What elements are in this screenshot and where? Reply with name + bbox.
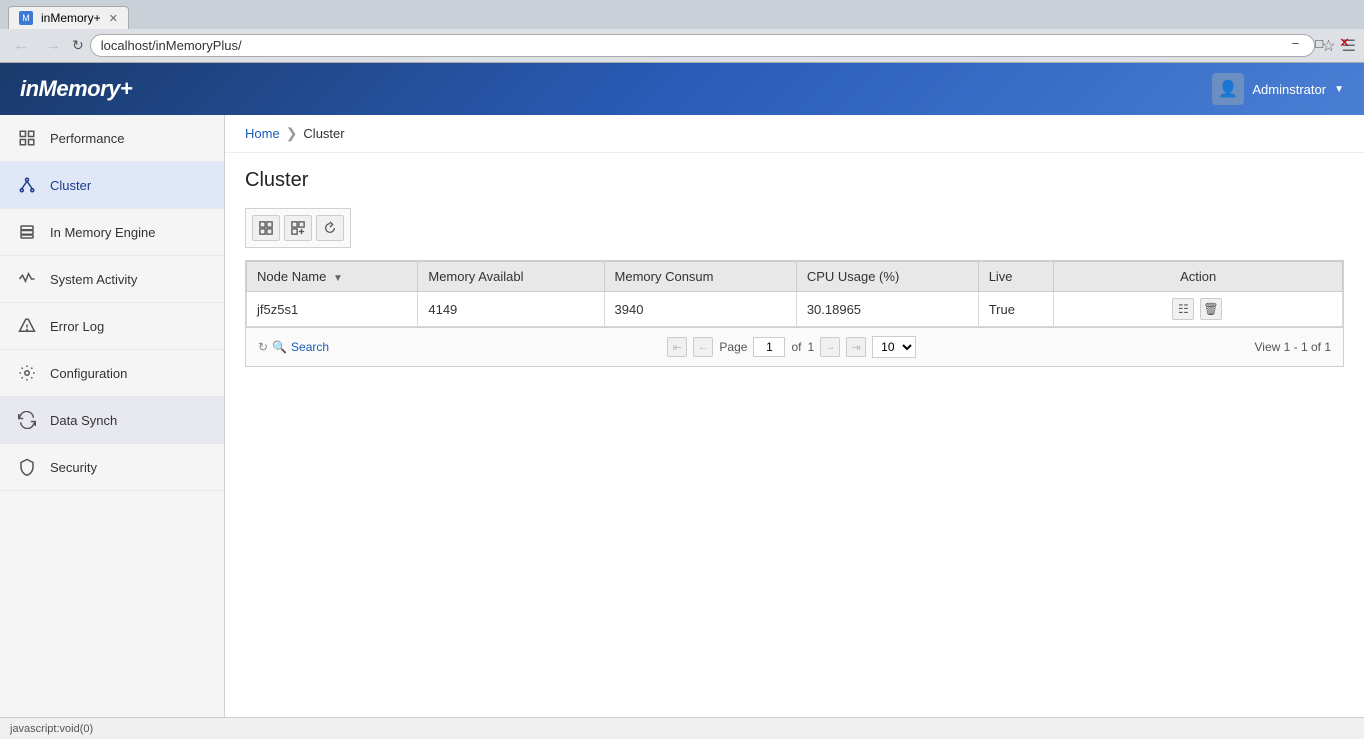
forward-button[interactable]: → — [40, 35, 66, 57]
total-pages: 1 — [807, 340, 814, 354]
breadcrumb-current: Cluster — [303, 126, 344, 141]
maximize-button[interactable]: □ — [1309, 34, 1329, 53]
of-label: of — [791, 340, 801, 354]
col-header-memory-available: Memory Availabl — [418, 262, 604, 292]
content-area: Home ❯ Cluster Cluster — [225, 115, 1364, 717]
sidebar-item-performance-label: Performance — [50, 131, 124, 146]
sidebar-item-in-memory-engine[interactable]: In Memory Engine — [0, 209, 224, 256]
col-header-cpu-usage: CPU Usage (%) — [796, 262, 978, 292]
col-action-label: Action — [1180, 269, 1216, 284]
url-text: localhost/inMemoryPlus/ — [101, 38, 242, 53]
breadcrumb: Home ❯ Cluster — [225, 115, 1364, 153]
breadcrumb-home[interactable]: Home — [245, 126, 280, 141]
cluster-table: Node Name ▼ Memory Availabl Memory Consu… — [246, 261, 1343, 327]
tab-close-icon[interactable]: ✕ — [109, 12, 118, 25]
performance-icon — [16, 127, 38, 149]
col-memory-consumed-label: Memory Consum — [615, 269, 714, 284]
tab-title: inMemory+ — [41, 11, 101, 25]
sidebar-item-error-log[interactable]: Error Log — [0, 303, 224, 350]
user-avatar-icon: 👤 — [1212, 73, 1244, 105]
cell-live: True — [978, 292, 1054, 327]
sidebar-item-cluster-label: Cluster — [50, 178, 91, 193]
last-page-button[interactable]: ⇥ — [846, 337, 866, 357]
col-header-live: Live — [978, 262, 1054, 292]
browser-tab[interactable]: M inMemory+ ✕ — [8, 6, 129, 29]
toolbar-refresh-button[interactable] — [316, 215, 344, 241]
toolbar-connect-button[interactable] — [284, 215, 312, 241]
action-details-button[interactable]: ☷ — [1172, 298, 1194, 320]
refresh-small-icon: ↻ — [258, 340, 268, 354]
search-area: ↻ 🔍 Search — [258, 340, 329, 354]
page-title: Cluster — [245, 169, 1344, 192]
sidebar-item-error-log-label: Error Log — [50, 319, 104, 334]
sidebar-item-in-memory-engine-label: In Memory Engine — [50, 225, 156, 240]
col-header-node-name[interactable]: Node Name ▼ — [247, 262, 418, 292]
sidebar-item-configuration-label: Configuration — [50, 366, 127, 381]
cell-node-name: jf5z5s1 — [247, 292, 418, 327]
address-bar[interactable]: localhost/inMemoryPlus/ — [90, 34, 1316, 57]
sort-icon: ▼ — [333, 273, 343, 284]
page-number-input[interactable] — [753, 337, 785, 357]
sidebar-item-cluster[interactable]: Cluster — [0, 162, 224, 209]
close-button[interactable]: ✕ — [1333, 33, 1356, 53]
cell-memory-available: 4149 — [418, 292, 604, 327]
security-icon — [16, 456, 38, 478]
col-memory-available-label: Memory Availabl — [428, 269, 523, 284]
prev-page-button[interactable]: ← — [693, 337, 713, 357]
pagination-bar: ↻ 🔍 Search ⇤ ← Page of 1 → ⇥ 1 — [246, 327, 1343, 366]
table-row: jf5z5s1 4149 3940 30.18965 True ☷ 🗑 — [247, 292, 1343, 327]
table-container: Node Name ▼ Memory Availabl Memory Consu… — [245, 260, 1344, 367]
page-label: Page — [719, 340, 747, 354]
toolbar — [245, 208, 351, 248]
data-synch-icon — [16, 409, 38, 431]
cell-action: ☷ 🗑 — [1054, 292, 1343, 327]
system-activity-icon — [16, 268, 38, 290]
refresh-button[interactable]: ↻ — [72, 37, 84, 54]
minimize-button[interactable]: − — [1286, 34, 1306, 53]
col-header-memory-consumed: Memory Consum — [604, 262, 796, 292]
status-text: javascript:void(0) — [10, 723, 93, 735]
col-header-action: Action — [1054, 262, 1343, 292]
logo-text: inMemory+ — [20, 76, 132, 101]
cell-memory-consumed: 3940 — [604, 292, 796, 327]
cell-cpu-usage: 30.18965 — [796, 292, 978, 327]
app-header: inMemory+ 👤 Adminstrator ▼ — [0, 63, 1364, 115]
sidebar: Performance Cluster — [0, 115, 225, 717]
status-bar: javascript:void(0) — [0, 717, 1364, 739]
sidebar-item-performance[interactable]: Performance — [0, 115, 224, 162]
page-size-select[interactable]: 10 25 50 — [872, 336, 916, 358]
next-page-button[interactable]: → — [820, 337, 840, 357]
sidebar-item-security[interactable]: Security — [0, 444, 224, 491]
search-label[interactable]: Search — [291, 340, 329, 354]
action-delete-button[interactable]: 🗑 — [1200, 298, 1222, 320]
sidebar-item-data-synch[interactable]: Data Synch Data Synch — [0, 397, 224, 444]
sidebar-item-data-synch-label: Data Synch — [50, 413, 117, 428]
sidebar-item-configuration[interactable]: Configuration — [0, 350, 224, 397]
breadcrumb-separator: ❯ — [286, 125, 298, 142]
configuration-icon — [16, 362, 38, 384]
sidebar-item-security-label: Security — [50, 460, 97, 475]
sidebar-item-system-activity-label: System Activity — [50, 272, 137, 287]
toolbar-add-button[interactable] — [252, 215, 280, 241]
admin-dropdown-icon[interactable]: ▼ — [1334, 84, 1344, 95]
tab-favicon: M — [19, 11, 33, 25]
page-content: Cluster — [225, 153, 1364, 383]
admin-label: Adminstrator — [1252, 82, 1326, 97]
cluster-icon — [16, 174, 38, 196]
header-right: 👤 Adminstrator ▼ — [1212, 73, 1344, 105]
col-cpu-usage-label: CPU Usage (%) — [807, 269, 899, 284]
back-button[interactable]: ← — [8, 35, 34, 57]
in-memory-engine-icon — [16, 221, 38, 243]
sidebar-item-system-activity[interactable]: System Activity — [0, 256, 224, 303]
col-node-name-label: Node Name — [257, 269, 326, 284]
view-count-label: View 1 - 1 of 1 — [1255, 340, 1332, 354]
error-log-icon — [16, 315, 38, 337]
first-page-button[interactable]: ⇤ — [667, 337, 687, 357]
search-small-icon: 🔍 — [272, 340, 287, 354]
app-logo: inMemory+ — [20, 76, 132, 102]
col-live-label: Live — [989, 269, 1013, 284]
